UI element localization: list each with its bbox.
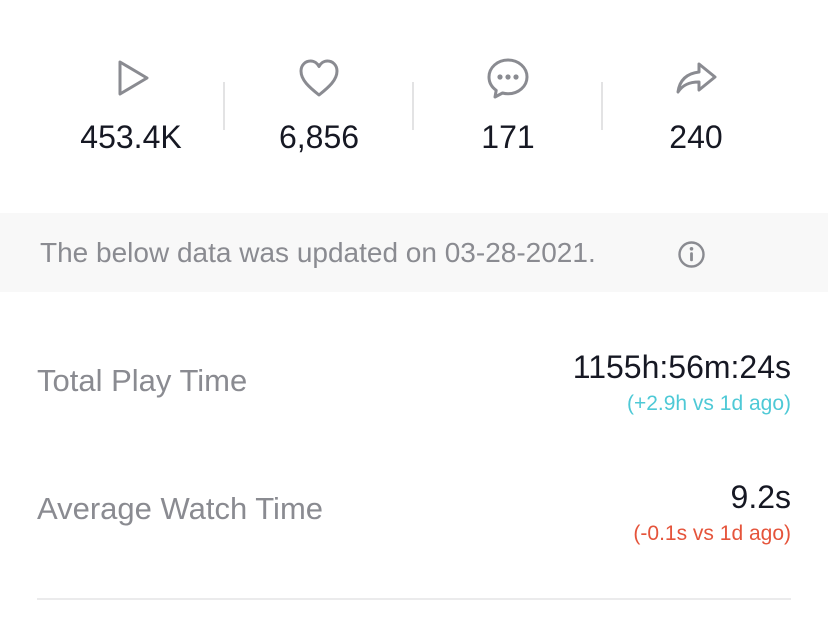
total-play-time-value: 1155h:56m:24s: [572, 349, 791, 385]
heart-icon: [299, 59, 339, 97]
average-watch-time-label: Average Watch Time: [37, 491, 324, 526]
data-updated-text: The below data was updated on 03-28-2021…: [40, 237, 596, 268]
average-watch-time-row: Average Watch Time 9.2s (-0.1s vs 1d ago…: [37, 470, 791, 560]
comment-bubble-icon: [487, 58, 529, 99]
views-count: 453.4K: [80, 119, 182, 155]
comments-count: 171: [481, 119, 535, 155]
total-play-time-label: Total Play Time: [37, 363, 248, 398]
views-stat: 453.4K: [36, 50, 226, 156]
average-watch-time-delta: (-0.1s vs 1d ago): [633, 522, 791, 545]
comments-stat: 171: [413, 50, 603, 156]
likes-count: 6,856: [278, 119, 360, 155]
video-stats-row: 453.4K 6,856 171 240: [0, 0, 828, 212]
shares-count: 240: [669, 119, 723, 155]
total-play-time-delta: (+2.9h vs 1d ago): [626, 392, 791, 415]
play-icon: [118, 60, 149, 96]
section-divider: [37, 598, 791, 600]
average-watch-time-value: 9.2s: [730, 479, 791, 515]
likes-stat: 6,856: [224, 50, 414, 156]
total-play-time-row: Total Play Time 1155h:56m:24s (+2.9h vs …: [37, 340, 791, 430]
share-arrow-icon: [676, 62, 717, 94]
info-icon[interactable]: [677, 240, 706, 269]
shares-stat: 240: [601, 50, 791, 156]
